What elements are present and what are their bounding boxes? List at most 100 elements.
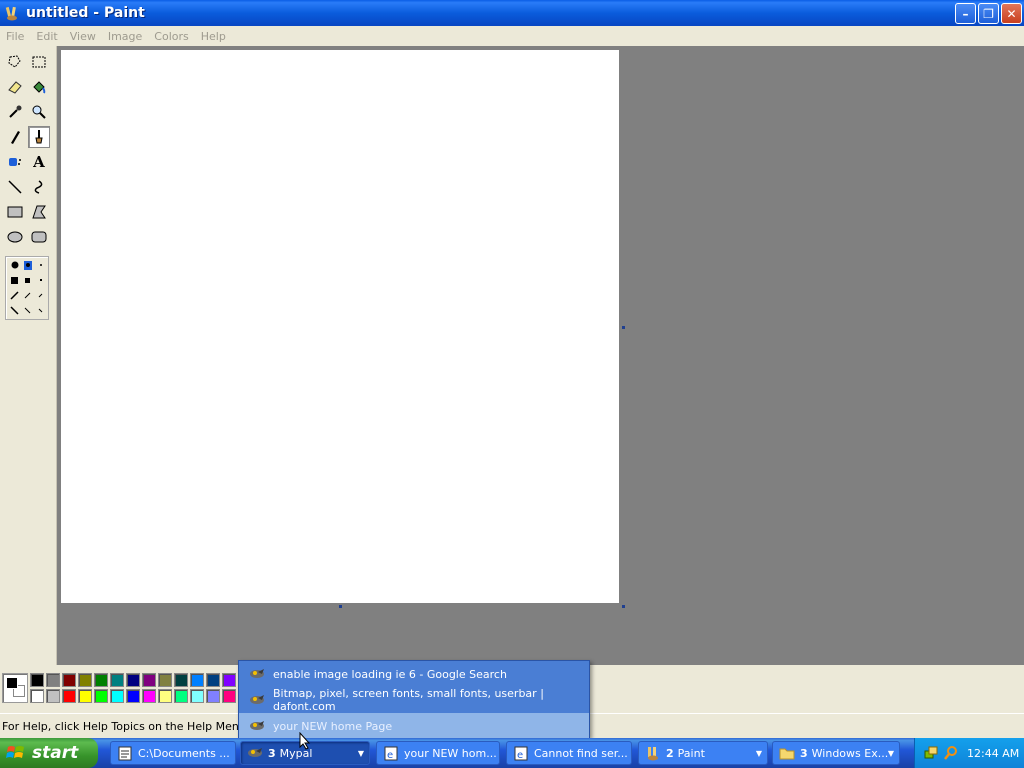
windows-logo-icon [6, 746, 24, 758]
menu-bar: File Edit View Image Colors Help [0, 26, 1024, 46]
task-paint-group[interactable]: 2 Paint ▼ [638, 741, 768, 765]
eraser-tool[interactable] [4, 76, 26, 98]
menu-view[interactable]: View [64, 30, 102, 43]
task-documents-folder[interactable]: C:\Documents ... [110, 741, 236, 765]
line-tool[interactable] [4, 176, 26, 198]
color-swatch[interactable] [62, 673, 76, 687]
menu-colors[interactable]: Colors [148, 30, 194, 43]
select-tool[interactable] [28, 51, 50, 73]
pick-color-tool[interactable] [4, 101, 26, 123]
paint-icon [645, 745, 661, 761]
rounded-rectangle-tool[interactable] [28, 226, 50, 248]
status-help-text: For Help, click Help Topics on the Help … [2, 719, 250, 733]
eyedropper-icon [9, 105, 22, 118]
title-bar[interactable]: untitled - Paint – ❐ ✕ [0, 0, 1024, 26]
task-label: Windows Ex... [811, 746, 889, 760]
mypal-icon [247, 745, 263, 761]
window-title: untitled - Paint [26, 5, 145, 21]
color-swatch[interactable] [62, 689, 76, 703]
text-tool[interactable]: A [28, 151, 50, 173]
dropdown-arrow-icon: ▼ [357, 749, 364, 758]
magnifier-tool[interactable] [28, 101, 50, 123]
free-form-select-tool[interactable] [4, 51, 26, 73]
polygon-tool[interactable] [28, 201, 50, 223]
color-swatch[interactable] [158, 689, 172, 703]
dropdown-arrow-icon: ▼ [887, 749, 894, 758]
color-swatch[interactable] [174, 673, 188, 687]
color-swatch[interactable] [46, 673, 60, 687]
popup-item-new-home-page[interactable]: your NEW home Page [239, 713, 589, 739]
start-button[interactable]: start [0, 738, 98, 768]
desktop: untitled - Paint – ❐ ✕ File Edit View Im… [0, 0, 1024, 768]
color-swatch[interactable] [190, 689, 204, 703]
color-swatch[interactable] [206, 673, 220, 687]
color-swatch[interactable] [190, 673, 204, 687]
task-group-count: 3 [800, 746, 808, 760]
ie-page-icon: e [513, 745, 529, 761]
menu-file[interactable]: File [0, 30, 30, 43]
clock[interactable]: 12:44 AM [967, 747, 1019, 760]
network-icon[interactable] [923, 745, 939, 761]
task-label: Cannot find ser... [534, 746, 628, 760]
menu-image[interactable]: Image [102, 30, 148, 43]
task-label: C:\Documents ... [138, 746, 230, 760]
color-swatch[interactable] [142, 689, 156, 703]
menu-edit[interactable]: Edit [30, 30, 63, 43]
taskbar-group-popup: enable image loading ie 6 - Google Searc… [238, 660, 590, 739]
color-swatch[interactable] [30, 673, 44, 687]
task-cannot-find-server[interactable]: e Cannot find ser... [506, 741, 632, 765]
color-swatch[interactable] [46, 689, 60, 703]
window-controls: – ❐ ✕ [955, 3, 1022, 24]
color-swatch[interactable] [206, 689, 220, 703]
resize-handle-bottom[interactable] [339, 605, 342, 608]
color-swatch[interactable] [30, 689, 44, 703]
color-swatch[interactable] [174, 689, 188, 703]
color-swatch[interactable] [142, 673, 156, 687]
color-swatch[interactable] [78, 673, 92, 687]
color-swatch[interactable] [110, 689, 124, 703]
minimize-button[interactable]: – [955, 3, 976, 24]
menu-help[interactable]: Help [195, 30, 232, 43]
restore-button[interactable]: ❐ [978, 3, 999, 24]
color-swatch[interactable] [222, 689, 236, 703]
rectangle-tool[interactable] [4, 201, 26, 223]
paint-bucket-icon [33, 81, 46, 94]
color-swatch[interactable] [126, 689, 140, 703]
mouse-pointer-icon [299, 732, 311, 750]
color-swatch[interactable] [222, 673, 236, 687]
airbrush-icon [9, 158, 21, 166]
current-colors[interactable] [2, 673, 28, 703]
task-new-home-page[interactable]: e your NEW hom... [376, 741, 500, 765]
color-swatch[interactable] [78, 689, 92, 703]
color-swatch[interactable] [126, 673, 140, 687]
popup-item-dafont[interactable]: Bitmap, pixel, screen fonts, small fonts… [239, 687, 589, 713]
curve-tool[interactable] [28, 176, 50, 198]
ellipse-tool[interactable] [4, 226, 26, 248]
folder-icon [779, 745, 795, 761]
color-swatch[interactable] [158, 673, 172, 687]
color-swatch[interactable] [94, 689, 108, 703]
color-swatch[interactable] [110, 673, 124, 687]
ie-page-icon: e [383, 745, 399, 761]
airbrush-tool[interactable] [4, 151, 26, 173]
popup-item-google-search[interactable]: enable image loading ie 6 - Google Searc… [239, 661, 589, 687]
search-icon[interactable] [943, 745, 959, 761]
svg-text:e: e [387, 750, 393, 761]
magnifier-icon [32, 105, 46, 119]
drawing-canvas[interactable] [61, 50, 619, 603]
free-form-select-icon [8, 55, 21, 68]
system-tray: 12:44 AM [914, 738, 1024, 768]
resize-handle-right[interactable] [622, 326, 625, 329]
close-button[interactable]: ✕ [1001, 3, 1022, 24]
brush-options-panel[interactable] [5, 256, 49, 320]
fill-tool[interactable] [28, 76, 50, 98]
resize-handle-corner[interactable] [622, 605, 625, 608]
brush-tool[interactable] [28, 126, 50, 148]
color-swatch[interactable] [94, 673, 108, 687]
ellipse-icon [7, 231, 23, 243]
paint-app-icon [4, 5, 20, 21]
drawing-workspace[interactable] [57, 46, 1024, 665]
task-windows-explorer-group[interactable]: 3 Windows Ex... ▼ [772, 741, 900, 765]
pencil-tool[interactable] [4, 126, 26, 148]
mypal-icon [249, 666, 265, 682]
